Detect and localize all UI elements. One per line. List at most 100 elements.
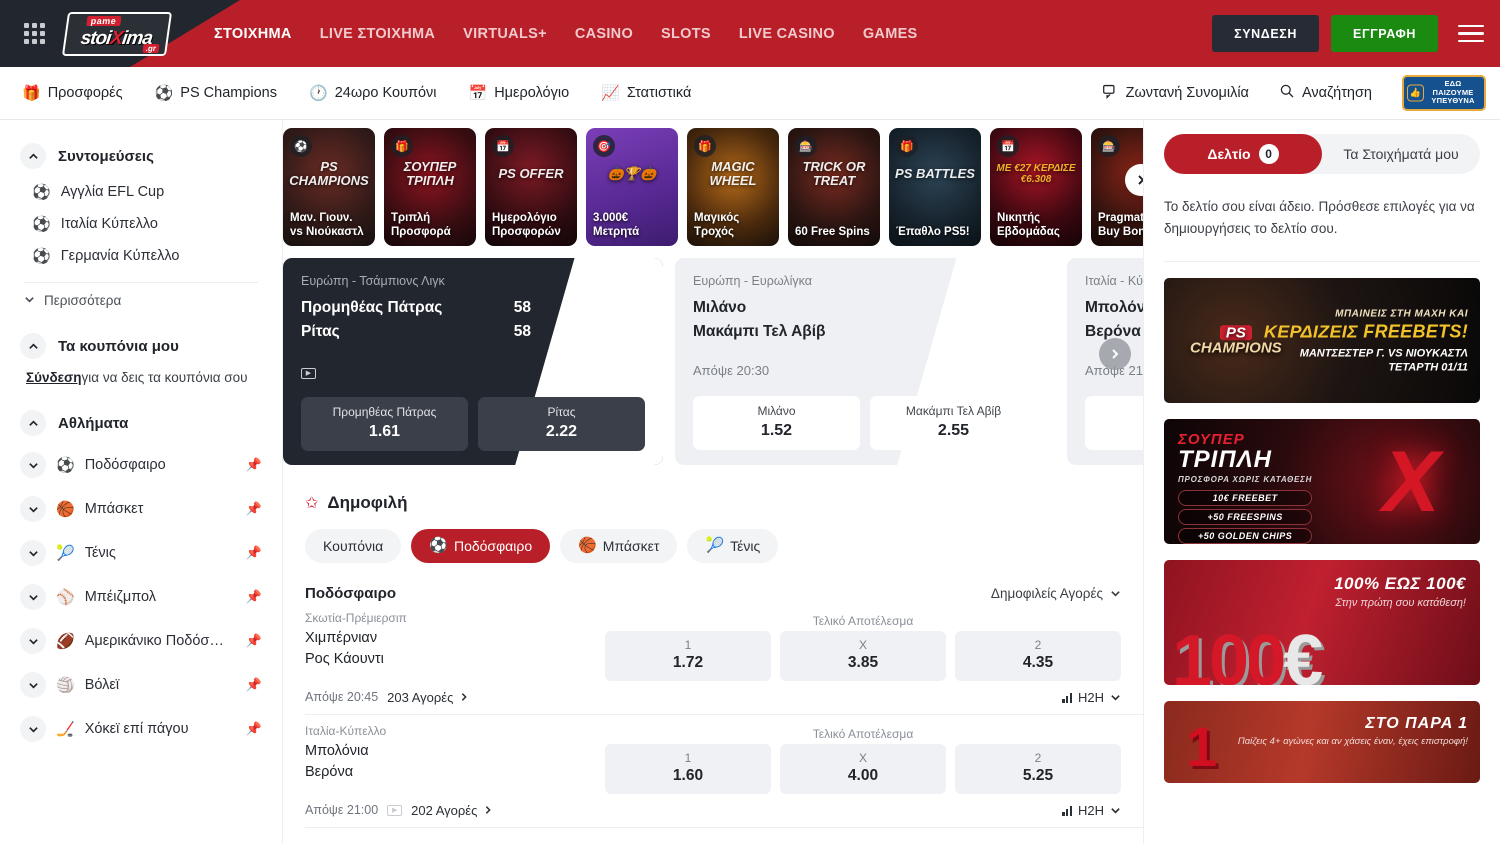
banner-ps-champions[interactable]: PS CHAMPIONS ΜΠΑΙΝΕΙΣ ΣΤΗ ΜΑΧΗ ΚΑΙ ΚΕΡΔΙ… xyxy=(1164,278,1480,403)
pin-icon[interactable]: 📌 xyxy=(246,633,262,649)
odd-button[interactable]: Προμηθέας Πάτρας 1.61 xyxy=(301,397,468,451)
sidebar-sport-volleyball[interactable]: 🏐 Βόλεϊ 📌 xyxy=(0,663,282,707)
login-button[interactable]: ΣΥΝΔΕΣΗ xyxy=(1212,15,1319,52)
odd-button[interactable]: 1 1.6 xyxy=(1085,396,1143,450)
sidebar-coupons-note: Σύνδεσηγια να δεις τα κουπόνια σου xyxy=(0,366,282,393)
chevron-down-icon[interactable] xyxy=(20,452,46,478)
odd-button-1[interactable]: 1 1.60 xyxy=(605,744,771,794)
promo-card[interactable]: TRICK OR TREAT 🎰 60 Free Spins xyxy=(788,128,880,246)
chevron-down-icon[interactable] xyxy=(20,584,46,610)
pin-icon[interactable]: 📌 xyxy=(246,589,262,605)
nav-live-stoixima[interactable]: LIVE ΣΤΟΙΧΗΜΑ xyxy=(320,26,435,42)
featured-carousel-next-button[interactable] xyxy=(1099,338,1131,370)
promo-card[interactable]: 🎃🏆🎃 🎯 3.000€ Μετρητά xyxy=(586,128,678,246)
subnav-item-24h-coupon[interactable]: 🕐 24ωρο Κουπόνι xyxy=(309,85,437,101)
match-row: Ιταλία-Κύπελλο Μπολόνια Βερόνα Τελικό Απ… xyxy=(305,715,1143,828)
match-teams[interactable]: Χιμπέρνιαν Ρος Κάουντι xyxy=(305,628,605,670)
markets-count-link[interactable]: 203 Αγορές xyxy=(387,690,469,705)
sidebar-sport-baseball[interactable]: ⚾ Μπέιζμπολ 📌 xyxy=(0,575,282,619)
h2h-button[interactable]: H2H xyxy=(1062,690,1121,705)
sidebar-sport-football[interactable]: ⚽ Ποδόσφαιρο 📌 xyxy=(0,443,282,487)
sidebar-sport-american-football[interactable]: 🏈 Αμερικάνικο Ποδόσ… 📌 xyxy=(0,619,282,663)
tv-stream-icon[interactable]: ▶ xyxy=(387,805,402,816)
promo-card[interactable]: ΣΟΥΠΕΡ ΤΡΙΠΛΗ 🎁 Τριπλή Προσφορά xyxy=(384,128,476,246)
sidebar-section-sports[interactable]: Αθλήματα xyxy=(0,403,282,443)
banner-sto-para-1[interactable]: 1 ΣΤΟ ΠΑΡΑ 1 Παίζεις 4+ αγώνες και αν χά… xyxy=(1164,701,1480,783)
chevron-down-icon[interactable] xyxy=(20,672,46,698)
promo-card[interactable]: ΜΕ €27 ΚΕΡΔΙΣΕ €6.308 📅 Νικητής Εβδομάδα… xyxy=(990,128,1082,246)
nav-virtuals[interactable]: VIRTUALS+ xyxy=(463,26,547,42)
sidebar-item-germania-kypello[interactable]: ⚽ Γερμανία Κύπελλο xyxy=(0,240,282,272)
tab-football[interactable]: ⚽ Ποδόσφαιρο xyxy=(411,529,550,563)
tab-basketball[interactable]: 🏀 Μπάσκετ xyxy=(560,529,677,563)
pin-icon[interactable]: 📌 xyxy=(246,501,262,517)
tv-stream-icon[interactable]: ▶ xyxy=(301,368,316,379)
subnav-item-offers[interactable]: 🎁 Προσφορές xyxy=(22,85,123,101)
sidebar-login-link[interactable]: Σύνδεση xyxy=(26,370,82,385)
pin-icon[interactable]: 📌 xyxy=(246,457,262,473)
tab-my-bets[interactable]: Τα Στοιχήματά μου xyxy=(1322,134,1480,174)
banner-line-2: ΤΡΙΠΛΗ xyxy=(1178,448,1312,472)
odd-button-2[interactable]: 2 4.35 xyxy=(955,631,1121,681)
tab-tennis[interactable]: 🎾 Τένις xyxy=(687,529,778,563)
sidebar-sport-tennis[interactable]: 🎾 Τένις 📌 xyxy=(0,531,282,575)
chevron-down-icon[interactable] xyxy=(20,496,46,522)
featured-match-card[interactable]: Ευρώπη - Ευρωλίγκα Μιλάνο Μακάμπι Τελ Αβ… xyxy=(675,258,1055,465)
sidebar-more-button[interactable]: Περισσότερα xyxy=(0,283,282,318)
nav-casino[interactable]: CASINO xyxy=(575,26,633,42)
tab-coupons[interactable]: Κουπόνια xyxy=(305,529,401,563)
h2h-button[interactable]: H2H xyxy=(1062,803,1121,818)
sidebar-item-italia-kypello[interactable]: ⚽ Ιταλία Κύπελλο xyxy=(0,208,282,240)
odd-button-2[interactable]: 2 5.25 xyxy=(955,744,1121,794)
responsible-gaming-badge[interactable]: 👍 ΕΔΩ ΠΑΙΖΟΥΜΕ ΥΠΕΥΘΥΝΑ xyxy=(1402,75,1486,111)
pin-icon[interactable]: 📌 xyxy=(246,721,262,737)
football-icon: ⚽ xyxy=(32,217,51,232)
promo-card[interactable]: MAGIC WHEEL 🎁 Μαγικός Τροχός xyxy=(687,128,779,246)
nav-stoixima[interactable]: ΣΤΟΙΧΗΜΑ xyxy=(214,26,292,42)
subnav-item-calendar[interactable]: 📅 Ημερολόγιο xyxy=(469,85,570,101)
promo-card[interactable]: PS BATTLES 🎁 Έπαθλο PS5! xyxy=(889,128,981,246)
chevron-down-icon[interactable] xyxy=(20,628,46,654)
site-logo[interactable]: pame stoiXima .gr xyxy=(62,10,172,58)
promo-card[interactable]: PS CHAMPIONS ⚽ Μαν. Γιουν. vs Νιούκαστλ xyxy=(283,128,375,246)
nav-games[interactable]: GAMES xyxy=(863,26,918,42)
nav-slots[interactable]: SLOTS xyxy=(661,26,711,42)
odd-button[interactable]: Μακάμπι Τελ Αβίβ 2.55 xyxy=(870,396,1037,450)
pin-icon[interactable]: 📌 xyxy=(246,677,262,693)
popular-header: ✩ Δημοφιλή xyxy=(305,493,1143,513)
odd-button[interactable]: Μιλάνο 1.52 xyxy=(693,396,860,450)
match-body: Μπολόνια Βερόνα Τελικό Αποτέλεσμα 1 1.60… xyxy=(305,741,1121,794)
live-chat-button[interactable]: Ζωντανή Συνομιλία xyxy=(1102,83,1249,104)
match-league: Ευρώπη - Τσάμπιονς Λιγκ xyxy=(301,274,645,288)
tab-betslip[interactable]: Δελτίο 0 xyxy=(1164,134,1322,174)
sidebar-section-shortcuts[interactable]: Συντομεύσεις xyxy=(0,136,282,176)
odd-button[interactable]: Ρίτας 2.22 xyxy=(478,397,645,451)
banner-first-deposit[interactable]: 100€ 100% ΕΩΣ 100€ Στην πρώτη σου κατάθε… xyxy=(1164,560,1480,685)
register-button[interactable]: ΕΓΓΡΑΦΗ xyxy=(1331,15,1438,52)
search-button[interactable]: Αναζήτηση xyxy=(1279,83,1372,103)
sidebar-sport-label: Αμερικάνικο Ποδόσ… xyxy=(85,633,236,649)
sidebar-section-my-coupons[interactable]: Τα κουπόνια μου xyxy=(0,326,282,366)
nav-live-casino[interactable]: LIVE CASINO xyxy=(739,26,835,42)
markets-dropdown[interactable]: Δημοφιλείς Αγορές xyxy=(991,586,1121,601)
chevron-down-icon[interactable] xyxy=(20,540,46,566)
popular-section: ✩ Δημοφιλή Κουπόνια ⚽ Ποδόσφαιρο 🏀 Μπάσκ… xyxy=(283,465,1143,828)
markets-count-link[interactable]: 202 Αγορές xyxy=(411,803,493,818)
hamburger-menu-icon[interactable] xyxy=(1458,20,1484,48)
chevron-down-icon[interactable] xyxy=(20,716,46,742)
apps-grid-icon[interactable] xyxy=(12,23,56,44)
match-teams[interactable]: Μπολόνια Βερόνα xyxy=(305,741,605,783)
sidebar-sport-basket[interactable]: 🏀 Μπάσκετ 📌 xyxy=(0,487,282,531)
subnav-item-statistics[interactable]: 📈 Στατιστικά xyxy=(601,85,691,101)
sidebar-sport-ice-hockey[interactable]: 🏒 Χόκεϊ επί πάγου 📌 xyxy=(0,707,282,751)
odd-button-x[interactable]: X 3.85 xyxy=(780,631,946,681)
odd-button-x[interactable]: X 4.00 xyxy=(780,744,946,794)
sidebar-item-efl-cup[interactable]: ⚽ Αγγλία EFL Cup xyxy=(0,176,282,208)
pin-icon[interactable]: 📌 xyxy=(246,545,262,561)
promo-card[interactable]: PS OFFER 📅 Ημερολόγιο Προσφορών xyxy=(485,128,577,246)
featured-match-card[interactable]: Ευρώπη - Τσάμπιονς Λιγκ Προμηθέας Πάτρας… xyxy=(283,258,663,465)
banner-super-tripli[interactable]: X ΣΟΥΠΕΡ ΤΡΙΠΛΗ ΠΡΟΣΦΟΡΑ ΧΩΡΙΣ ΚΑΤΑΘΕΣΗ … xyxy=(1164,419,1480,544)
banner-line-3: ΠΡΟΣΦΟΡΑ ΧΩΡΙΣ ΚΑΤΑΘΕΣΗ xyxy=(1178,475,1312,484)
odd-button-1[interactable]: 1 1.72 xyxy=(605,631,771,681)
subnav-item-ps-champions[interactable]: ⚽ PS Champions xyxy=(155,85,277,101)
